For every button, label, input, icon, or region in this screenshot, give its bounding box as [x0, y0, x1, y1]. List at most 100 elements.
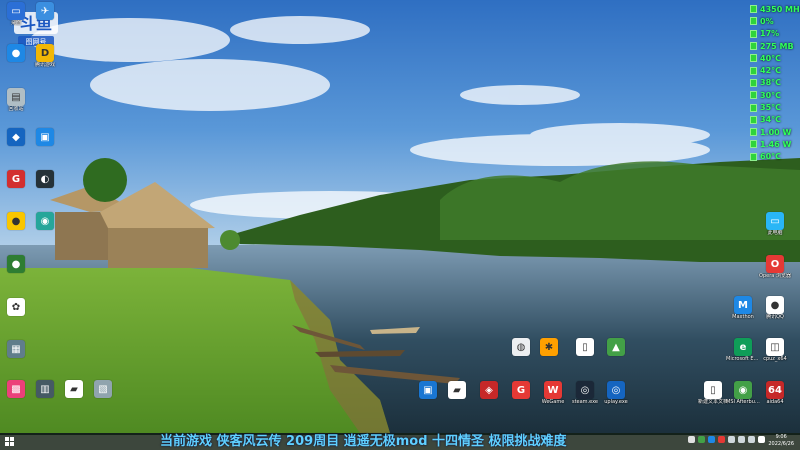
desktop-shortcut[interactable]: ▦ [0, 340, 33, 358]
shortcut-label: 新建文本文档 [697, 399, 728, 405]
app-icon: W [544, 381, 562, 399]
tray-app-icon[interactable] [698, 436, 705, 443]
desktop-shortcut[interactable]: ▯ 新建文本文档 [696, 381, 730, 405]
sensor-icon [750, 140, 757, 149]
app-icon: ✱ [540, 338, 558, 356]
app-icon: ▲ [607, 338, 625, 356]
sensor-icon [750, 5, 757, 14]
shortcut-label: MSI Afterburner [726, 399, 760, 405]
tray-app-icon[interactable] [688, 436, 695, 443]
notification-icon[interactable] [758, 436, 765, 443]
network-icon[interactable] [728, 436, 735, 443]
desktop-shortcut[interactable]: ◉ [28, 212, 62, 230]
sensor-icon [750, 29, 757, 38]
desktop-shortcut[interactable]: ▤ 回收站 [0, 88, 33, 112]
monitor-row: 42°C [750, 64, 796, 76]
sensor-value: 30°C [760, 90, 782, 100]
wallpaper [0, 0, 800, 435]
app-icon: ◫ [766, 338, 784, 356]
app-icon: ▤ [7, 88, 25, 106]
monitor-row: 4350 MHz [750, 3, 800, 15]
app-icon: ▦ [7, 340, 25, 358]
desktop-shortcut[interactable]: W WeGame [536, 381, 570, 405]
sensor-icon [750, 66, 757, 75]
sensor-icon [750, 54, 757, 63]
sensor-value: 17% [760, 29, 780, 39]
shortcut-label: aida64 [766, 399, 784, 405]
desktop-shortcut[interactable]: M Maxthon [726, 296, 760, 320]
desktop-shortcut[interactable]: ◎ steam.exe [568, 381, 602, 405]
app-icon: ▭ [7, 2, 25, 20]
taskbar-clock[interactable]: 9:06 2022/6/26 [768, 434, 794, 448]
sensor-value: 1.00 W [760, 127, 792, 137]
app-icon: ▣ [419, 381, 437, 399]
tray-app-icon[interactable] [708, 436, 715, 443]
sensor-value: 0% [760, 16, 774, 26]
shortcut-label: Maxthon [732, 314, 754, 320]
shortcut-label: WeGame [541, 399, 565, 405]
tray-app-icon[interactable] [718, 436, 725, 443]
sensor-icon [750, 115, 757, 124]
monitor-row: 17% [750, 28, 796, 40]
shortcut-label: Opera 浏览器 [759, 273, 791, 279]
desktop-shortcut[interactable]: ✈ [28, 2, 62, 20]
shortcut-label: Microsoft Edge [726, 356, 760, 362]
sensor-value: 40°C [760, 53, 782, 63]
app-icon: ▯ [704, 381, 722, 399]
desktop-shortcut[interactable]: ▭ 此电脑 [758, 212, 792, 236]
app-icon: 64 [766, 381, 784, 399]
desktop-shortcut[interactable]: e Microsoft Edge [726, 338, 760, 362]
desktop-shortcut[interactable]: ✱ [532, 338, 566, 356]
monitor-row: 35°C [750, 101, 796, 113]
app-icon: ◍ [512, 338, 530, 356]
desktop-shortcut[interactable]: ▰ [440, 381, 474, 399]
desktop-shortcut[interactable]: ● 腾讯QQ [758, 296, 792, 320]
app-icon: ◎ [607, 381, 625, 399]
desktop-shortcut[interactable]: O Opera 浏览器 [758, 255, 792, 279]
clock-date: 2022/6/26 [768, 441, 794, 447]
monitor-row: 1.46 W [750, 138, 796, 150]
sensor-icon [750, 103, 757, 112]
app-icon: M [734, 296, 752, 314]
volume-icon[interactable] [738, 436, 745, 443]
monitor-row: 38°C [750, 77, 796, 89]
sensor-value: 4350 MHz [760, 4, 800, 14]
desktop-shortcut[interactable]: ◎ uplay.exe [599, 381, 633, 405]
app-icon: e [734, 338, 752, 356]
desktop-shortcut[interactable]: 64 aida64 [758, 381, 792, 405]
shortcut-label: 腾讯游戏 [34, 62, 55, 68]
desktop-shortcut[interactable]: ▯ [568, 338, 602, 356]
sensor-value: 60°C [760, 152, 782, 162]
hardware-monitor: 4350 MHz 0% 17% 275 MB 40°C 42°C 38°C 30°C 35°C 3… [750, 3, 800, 163]
monitor-row: 1.00 W [750, 126, 796, 138]
desktop-shortcut[interactable]: ● [0, 255, 33, 273]
desktop-shortcut[interactable]: D 腾讯游戏 [28, 44, 62, 68]
desktop-shortcut[interactable]: ✿ [0, 298, 33, 316]
app-icon: ● [7, 212, 25, 230]
sensor-value: 275 MB [760, 41, 794, 51]
monitor-row: 60°C [750, 151, 796, 163]
desktop-shortcut[interactable]: ◈ [472, 381, 506, 399]
app-icon: ▣ [36, 128, 54, 146]
desktop-shortcut[interactable]: ▧ [86, 380, 120, 398]
desktop-shortcut[interactable]: ▲ [599, 338, 633, 356]
sensor-icon [750, 78, 757, 87]
desktop-shortcut[interactable]: ▣ [28, 128, 62, 146]
app-icon: ◈ [480, 381, 498, 399]
sensor-icon [750, 128, 757, 137]
clock-time: 9:06 [775, 434, 787, 440]
app-icon: ✈ [36, 2, 54, 20]
app-icon: ▰ [448, 381, 466, 399]
app-icon: G [7, 170, 25, 188]
desktop-shortcut[interactable]: ◉MSI Afterburner [726, 381, 760, 405]
sensor-value: 34°C [760, 115, 782, 125]
monitor-row: 275 MB [750, 40, 796, 52]
app-icon: ◎ [576, 381, 594, 399]
desktop-shortcut[interactable]: G [504, 381, 538, 399]
app-icon: ● [7, 44, 25, 62]
desktop-shortcut[interactable]: ◫ cpuz_x64 [758, 338, 792, 362]
ime-icon[interactable] [748, 436, 755, 443]
windows-start-icon[interactable] [5, 437, 14, 446]
desktop-shortcut[interactable]: ◐ [28, 170, 62, 188]
shortcut-label: steam.exe [571, 399, 599, 405]
